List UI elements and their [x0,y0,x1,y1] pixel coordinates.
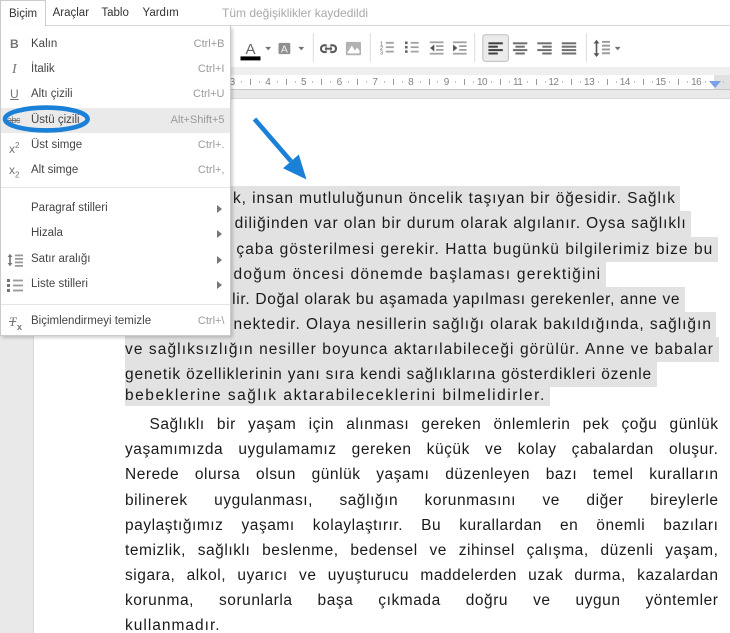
svg-text:A: A [245,41,255,58]
svg-text:A: A [281,43,288,55]
svg-text:3: 3 [380,51,383,57]
